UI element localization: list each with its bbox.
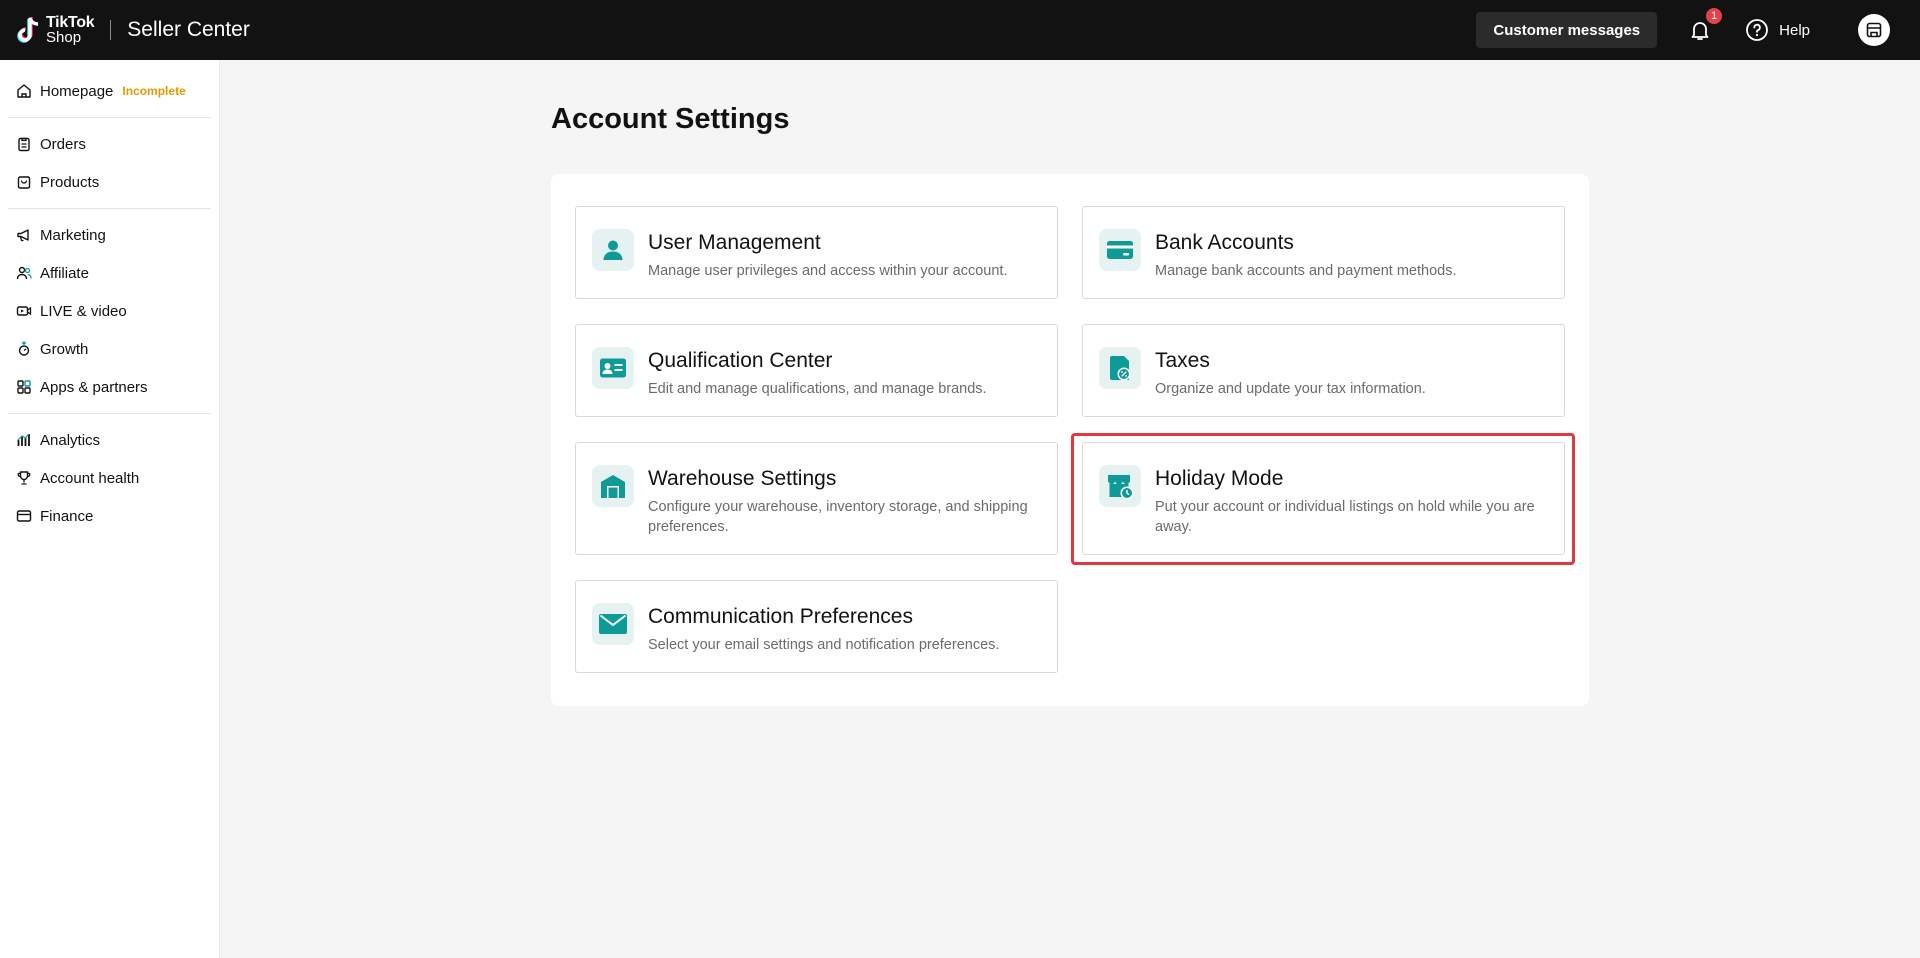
home-icon [17, 84, 31, 98]
card-description: Manage bank accounts and payment methods… [1155, 263, 1457, 279]
sidebar-item-label: Marketing [40, 226, 106, 244]
customer-messages-button[interactable]: Customer messages [1476, 12, 1658, 48]
card-description: Organize and update your tax information… [1155, 381, 1426, 397]
envelope-icon [592, 603, 634, 645]
notifications-button[interactable]: 1 [1685, 7, 1724, 45]
shop-avatar[interactable] [1858, 14, 1890, 46]
notification-count-badge: 1 [1705, 7, 1724, 25]
clipboard-icon [18, 137, 30, 152]
sidebar-item-products[interactable]: Products [0, 163, 219, 201]
communication-preferences-card[interactable]: Communication Preferences Select your em… [575, 580, 1058, 673]
tax-document-icon [1099, 347, 1141, 389]
wallet-icon [16, 510, 32, 522]
sidebar-item-label: Affiliate [40, 264, 89, 282]
trophy-icon [17, 471, 31, 485]
card-title: Taxes [1155, 349, 1210, 372]
sidebar-item-account-health[interactable]: Account health [0, 459, 219, 497]
apps-grid-icon [17, 380, 31, 394]
help-label: Help [1779, 21, 1810, 39]
card-description: Select your email settings and notificat… [648, 637, 1000, 653]
sidebar-item-marketing[interactable]: Marketing [0, 216, 219, 254]
sidebar-item-label: Growth [40, 340, 89, 358]
card-title: Warehouse Settings [648, 467, 837, 490]
card-title: Qualification Center [648, 349, 833, 372]
user-management-card[interactable]: User Management Manage user privileges a… [575, 206, 1058, 299]
sidebar-item-orders[interactable]: Orders [0, 125, 219, 163]
holiday-mode-highlight-outline [1071, 433, 1575, 565]
sidebar-item-label: Homepage [40, 82, 114, 100]
user-icon [592, 229, 634, 271]
store-icon [1866, 22, 1882, 38]
bag-icon [17, 176, 31, 189]
sidebar-item-homepage[interactable]: Homepage Incomplete [0, 72, 219, 110]
logo-text-tiktok: TikTok [46, 14, 95, 31]
card-title: User Management [648, 231, 821, 254]
card-description: Manage user privileges and access within… [648, 263, 1008, 279]
video-icon [16, 306, 32, 316]
card-description: Configure your warehouse, inventory stor… [648, 499, 1028, 535]
taxes-card[interactable]: Taxes Organize and update your tax infor… [1082, 324, 1565, 417]
sidebar-item-live-video[interactable]: LIVE & video [0, 292, 219, 330]
sidebar-item-label: Finance [40, 507, 94, 525]
logo-divider [110, 20, 112, 40]
warehouse-icon [592, 465, 634, 507]
id-card-icon [592, 347, 634, 389]
qualification-center-card[interactable]: Qualification Center Edit and manage qua… [575, 324, 1058, 417]
card-icon [1099, 229, 1141, 271]
top-bar: TikTok Shop Seller Center Customer messa… [0, 0, 1920, 60]
sidebar-item-affiliate[interactable]: Affiliate [0, 254, 219, 292]
logo-text-shop: Shop [46, 29, 82, 46]
sidebar-divider [8, 208, 211, 209]
sidebar-item-analytics[interactable]: Analytics [0, 421, 219, 459]
card-description: Edit and manage qualifications, and mana… [648, 381, 987, 397]
sidebar-item-label: Products [40, 173, 100, 191]
sidebar-item-label: LIVE & video [40, 302, 127, 320]
sidebar-item-finance[interactable]: Finance [0, 497, 219, 535]
growth-icon [18, 341, 30, 356]
warehouse-settings-card[interactable]: Warehouse Settings Configure your wareho… [575, 442, 1058, 555]
sidebar-divider [8, 117, 211, 118]
sidebar-item-label: Apps & partners [40, 378, 148, 396]
sidebar-item-label: Analytics [40, 431, 101, 449]
tiktok-logo-icon [17, 17, 39, 43]
incomplete-badge: Incomplete [122, 84, 186, 98]
question-circle-icon [1746, 19, 1769, 41]
sidebar-item-label: Orders [40, 135, 86, 153]
card-title: Bank Accounts [1155, 231, 1294, 254]
megaphone-icon [17, 229, 29, 242]
tiktok-shop-logo[interactable]: TikTok Shop [14, 14, 95, 46]
bar-chart-icon [17, 433, 30, 446]
people-icon [16, 266, 32, 280]
sidebar: Homepage Incomplete Orders Products Mark… [0, 60, 220, 958]
bank-accounts-card[interactable]: Bank Accounts Manage bank accounts and p… [1082, 206, 1565, 299]
sidebar-item-label: Account health [40, 469, 140, 487]
help-button[interactable]: Help [1745, 18, 1810, 42]
app-title: Seller Center [127, 18, 250, 41]
sidebar-item-growth[interactable]: Growth [0, 330, 219, 368]
page-title: Account Settings [551, 103, 790, 135]
sidebar-item-apps-partners[interactable]: Apps & partners [0, 368, 219, 406]
card-title: Communication Preferences [648, 605, 913, 628]
sidebar-divider [8, 413, 211, 414]
